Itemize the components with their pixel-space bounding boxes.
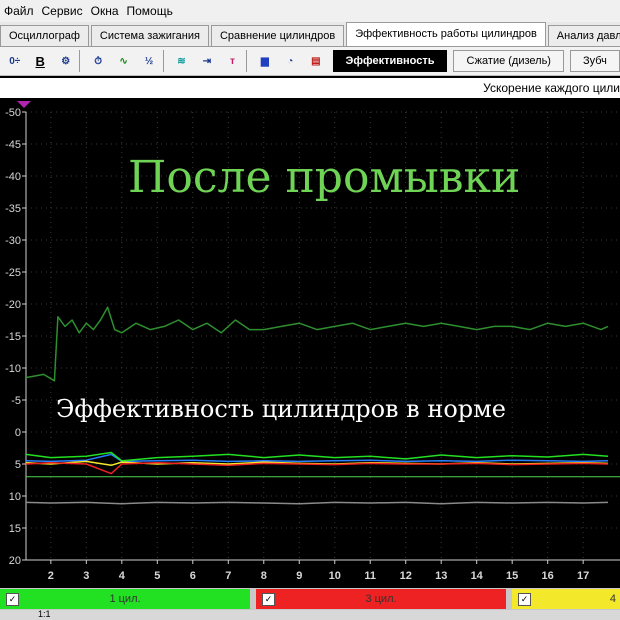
- legend-label-cyl4: 4: [609, 593, 616, 605]
- overlay-headline: После промывки: [128, 152, 521, 203]
- legend-item-cyl3[interactable]: ✓ 3 цил.: [256, 589, 506, 609]
- toolbar-separator: [162, 50, 164, 72]
- y-tick-label: -35: [5, 203, 21, 215]
- x-tick-label: 6: [190, 570, 196, 582]
- x-tick-label: 5: [154, 570, 160, 582]
- legend-checkbox-cyl4[interactable]: ✓: [518, 592, 531, 606]
- y-tick-label: 20: [9, 555, 21, 567]
- tag-icon[interactable]: ▤: [305, 50, 326, 72]
- x-tick-label: 17: [577, 570, 589, 582]
- wave-icon[interactable]: ∿: [113, 50, 134, 72]
- bold-icon[interactable]: B: [29, 50, 50, 72]
- menu-help[interactable]: Помощь: [123, 4, 177, 18]
- menu-windows[interactable]: Окна: [87, 4, 123, 18]
- subtab-compression-diesel[interactable]: Сжатие (дизель): [453, 50, 564, 72]
- status-bar: 1:1: [0, 609, 620, 620]
- toolbar: 0÷ B ⚙ ⏱ ∿ ½ ≋ ⇥ ᴛ ▆ ◔ ▤ Эффективность С…: [0, 47, 620, 76]
- x-tick-label: 7: [225, 570, 231, 582]
- y-tick-label: 5: [15, 459, 21, 471]
- x-tick-label: 4: [119, 570, 126, 582]
- tab-oscilloscope[interactable]: Осциллограф: [0, 25, 89, 46]
- rpm-icon[interactable]: ⚙: [55, 50, 76, 72]
- x-tick-label: 12: [400, 570, 412, 582]
- legend-label-cyl1: 1 цил.: [109, 593, 141, 605]
- overlay-caption: Эффективность цилиндров в норме: [56, 395, 506, 423]
- y-tick-label: -30: [5, 235, 21, 247]
- y-tick-label: 10: [9, 491, 21, 503]
- y-tick-label: -10: [5, 363, 21, 375]
- legend-item-cyl1[interactable]: ✓ 1 цил.: [0, 589, 250, 609]
- spin-icon[interactable]: 0÷: [4, 50, 25, 72]
- x-tick-label: 9: [296, 570, 302, 582]
- algorithm-icon[interactable]: ½: [138, 50, 159, 72]
- x-tick-label: 3: [83, 570, 89, 582]
- x-tick-label: 14: [471, 570, 484, 582]
- y-tick-label: -20: [5, 299, 21, 311]
- x-tick-label: 13: [435, 570, 447, 582]
- y-tick-label: -45: [5, 139, 21, 151]
- x-tick-label: 11: [364, 570, 376, 582]
- legend-label-cyl3: 3 цил.: [365, 593, 397, 605]
- subtab-efficiency[interactable]: Эффективность: [332, 50, 448, 72]
- legend-item-cyl4[interactable]: ✓ 4: [512, 589, 620, 609]
- x-tick-label: 16: [542, 570, 554, 582]
- time-icon[interactable]: ⏱: [87, 50, 108, 72]
- range-icon[interactable]: ⇥: [196, 50, 217, 72]
- zoom-readout: 1:1: [38, 609, 51, 619]
- menu-service[interactable]: Сервис: [38, 4, 87, 18]
- y-tick-label: -25: [5, 267, 21, 279]
- y-tick-label: 0: [15, 427, 21, 439]
- sync-icon[interactable]: ≋: [171, 50, 192, 72]
- y-tick-label: -5: [11, 395, 21, 407]
- x-tick-label: 8: [261, 570, 267, 582]
- toolbar-separator: [246, 50, 248, 72]
- legend-bar: ✓ 1 цил. ✓ 3 цил. ✓ 4: [0, 588, 620, 610]
- y-tick-label: -50: [5, 107, 21, 119]
- x-tick-label: 10: [329, 570, 341, 582]
- subtab-teeth[interactable]: Зубч: [569, 50, 620, 72]
- main-tabs: Осциллограф Система зажигания Сравнение …: [0, 22, 620, 47]
- bars-icon[interactable]: ▆: [254, 50, 275, 72]
- chart-title: Ускорение каждого цили: [0, 78, 620, 98]
- counter-icon[interactable]: ◔: [280, 50, 301, 72]
- y-tick-label: -40: [5, 171, 21, 183]
- x-tick-label: 2: [48, 570, 54, 582]
- menu-file[interactable]: Файл: [0, 4, 38, 18]
- y-tick-label: -15: [5, 331, 21, 343]
- marker-icon[interactable]: ᴛ: [222, 50, 243, 72]
- y-tick-label: 15: [9, 523, 21, 535]
- tab-ignition[interactable]: Система зажигания: [90, 25, 209, 46]
- tab-pressure-analysis[interactable]: Анализ давле: [547, 25, 620, 46]
- toolbar-separator: [79, 50, 81, 72]
- tab-cylinder-compare[interactable]: Сравнение цилиндров: [210, 25, 345, 46]
- tab-cylinder-efficiency[interactable]: Эффективность работы цилиндров: [346, 22, 546, 46]
- menu-bar: Файл Сервис Окна Помощь: [0, 0, 620, 22]
- x-tick-label: 15: [506, 570, 518, 582]
